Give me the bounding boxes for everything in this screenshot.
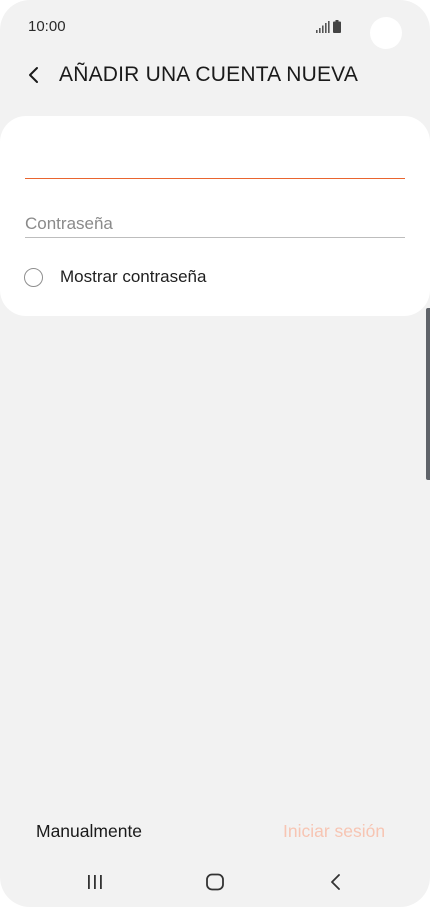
home-icon[interactable] [204,872,226,892]
sign-in-button[interactable]: Iniciar sesión [283,821,385,842]
back-icon[interactable] [326,872,346,892]
email-field[interactable] [25,152,405,179]
page-title: AÑADIR UNA CUENTA NUEVA [59,63,359,86]
navigation-bar [0,860,430,907]
chevron-left-icon[interactable] [22,60,48,90]
show-password-label: Mostrar contraseña [60,267,207,286]
header: AÑADIR UNA CUENTA NUEVA [0,56,430,96]
status-bar: 10:00 [0,0,430,56]
show-password-checkbox[interactable]: Mostrar contraseña [24,264,206,290]
camera-cutout [370,17,402,49]
password-field[interactable] [25,210,405,238]
status-time: 10:00 [28,18,66,35]
checkbox-circle-icon[interactable] [24,267,43,287]
signal-icon [316,21,330,33]
side-scroll-handle[interactable] [426,308,430,480]
recents-icon[interactable] [84,872,106,892]
battery-icon [333,20,341,33]
phone-screen: 10:00 AÑADIR UNA CUENTA NUEVA Mostrar co… [0,0,430,907]
login-form-card: Mostrar contraseña [0,116,430,316]
manual-button[interactable]: Manualmente [36,821,142,842]
